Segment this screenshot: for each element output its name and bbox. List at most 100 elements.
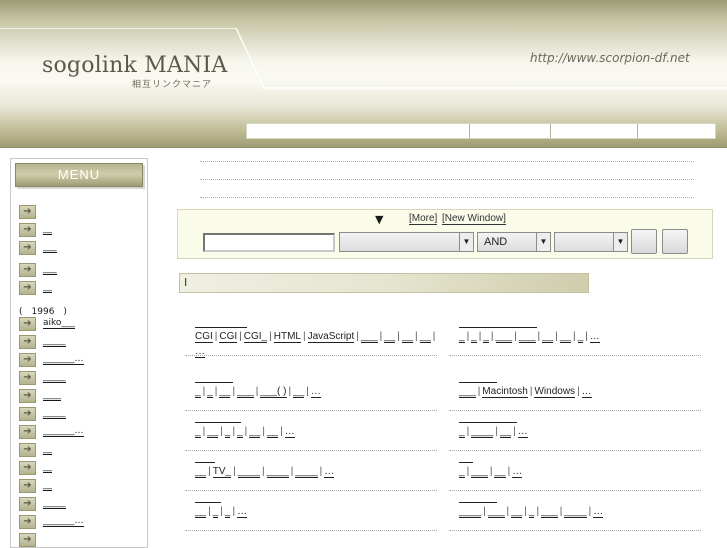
category-title-link[interactable] xyxy=(195,316,247,328)
category-link[interactable]: … xyxy=(310,386,321,398)
category-links: __ | TV_ | ____ | ____ | ____ |… xyxy=(195,464,441,479)
link-separator: | xyxy=(432,331,436,342)
menu-item[interactable]: ➔ _____ xyxy=(19,497,143,511)
menu-item[interactable]: ➔ __ xyxy=(19,223,143,237)
category-link[interactable]: ___ xyxy=(471,466,488,478)
category-link[interactable]: … xyxy=(195,346,205,358)
category-link[interactable]: __ xyxy=(219,386,231,398)
category-link[interactable]: _ xyxy=(207,386,213,398)
category-title-link[interactable] xyxy=(459,451,473,463)
category-link[interactable]: ____ xyxy=(266,466,289,478)
category-link[interactable]: … xyxy=(589,331,600,343)
category-link[interactable]: … xyxy=(237,506,248,518)
mode-select[interactable]: AND ▼ xyxy=(477,232,551,252)
header-nav-slot[interactable] xyxy=(470,124,551,138)
category-link[interactable]: __ xyxy=(249,426,261,438)
scope-select[interactable]: ▼ xyxy=(554,232,628,252)
search-input[interactable] xyxy=(203,233,335,252)
category-link[interactable]: ___ xyxy=(518,331,536,343)
menu-item[interactable]: ➔ _____ xyxy=(19,371,143,385)
category-link[interactable]: ___( ) xyxy=(260,386,287,398)
category-link[interactable]: Windows xyxy=(534,386,576,398)
category-link[interactable]: ___ xyxy=(360,331,378,343)
search-button[interactable] xyxy=(631,229,657,254)
menu-item[interactable]: ➔ __ xyxy=(19,443,143,457)
category-link[interactable]: __ xyxy=(207,426,219,438)
category-link[interactable]: CGI xyxy=(219,331,238,343)
menu-item[interactable]: ➔ ____ xyxy=(19,389,143,403)
category-link[interactable]: … xyxy=(284,426,295,438)
category-link[interactable]: __ xyxy=(401,331,414,343)
category-link[interactable]: __ xyxy=(511,506,523,518)
category-link[interactable]: __ xyxy=(195,466,207,478)
category-link[interactable]: CGI_ xyxy=(243,331,268,343)
header-nav-slot[interactable] xyxy=(638,124,715,138)
new-window-link[interactable]: [New Window] xyxy=(442,214,506,225)
category-select[interactable]: ▼ xyxy=(339,232,474,252)
category-link[interactable]: ___ xyxy=(459,386,476,398)
category-link[interactable]: … xyxy=(517,426,528,438)
category-link[interactable]: ___ xyxy=(237,386,254,398)
category-link[interactable]: __ xyxy=(500,426,512,438)
category-link[interactable]: __ xyxy=(384,331,396,343)
category-link[interactable]: … xyxy=(593,506,604,518)
category-link[interactable]: __ xyxy=(195,506,207,518)
category-link[interactable]: __ xyxy=(559,331,571,343)
category-link[interactable]: _ xyxy=(459,466,465,478)
menu-item[interactable]: ➔ aiko___ xyxy=(19,317,143,331)
triangle-down-icon[interactable]: ▼ xyxy=(375,213,383,226)
category-title-link[interactable] xyxy=(459,411,517,423)
menu-item[interactable]: ➔ _____ xyxy=(19,407,143,421)
header-nav-slot[interactable] xyxy=(247,124,471,138)
site-logo-title[interactable]: sogolink MANIA xyxy=(42,53,227,78)
menu-item[interactable]: ➔ _______… xyxy=(19,425,143,439)
category-link[interactable]: _ xyxy=(195,386,201,398)
category-link[interactable]: _ xyxy=(459,426,465,438)
category-link[interactable]: ____ xyxy=(459,506,482,518)
category-link[interactable]: ____ xyxy=(237,466,260,478)
menu-item[interactable]: ➔ xyxy=(19,205,143,219)
menu-item[interactable]: ➔ ___ xyxy=(19,263,143,277)
menu-item[interactable]: ➔ _______… xyxy=(19,353,143,367)
category-title-link[interactable] xyxy=(459,491,497,503)
category-link[interactable]: _ xyxy=(237,426,243,438)
category-link[interactable]: TV_ xyxy=(212,466,232,478)
category-link[interactable]: __ xyxy=(494,466,506,478)
category-link[interactable]: Macintosh xyxy=(482,386,528,398)
category-link[interactable]: __ xyxy=(419,331,431,343)
menu-item[interactable]: ➔ __ xyxy=(19,479,143,493)
category-link[interactable]: … xyxy=(512,466,523,478)
category-link[interactable]: ____ xyxy=(564,506,587,518)
category-title-link[interactable] xyxy=(459,316,537,328)
menu-item[interactable]: ➔ __ xyxy=(19,281,143,295)
reset-button[interactable] xyxy=(662,229,688,254)
category-link[interactable]: _ xyxy=(195,426,201,438)
category-link[interactable]: ____ xyxy=(471,426,494,438)
category-link[interactable]: … xyxy=(324,466,335,478)
header-nav-slot[interactable] xyxy=(551,124,639,138)
category-link[interactable]: ____ xyxy=(295,466,318,478)
category-link[interactable]: _ xyxy=(471,331,477,343)
category-title-link[interactable] xyxy=(459,371,497,383)
category-link[interactable]: JavaScript xyxy=(307,331,355,343)
category-link[interactable]: __ xyxy=(266,426,279,438)
category-link[interactable]: __ xyxy=(293,386,305,398)
category-link[interactable]: HTML xyxy=(273,331,301,343)
category-link[interactable]: _ xyxy=(459,331,465,343)
category-title-link[interactable] xyxy=(195,491,221,503)
more-link[interactable]: [More] xyxy=(409,214,438,225)
category-title-link[interactable] xyxy=(195,411,241,423)
menu-item[interactable]: ➔ ___ xyxy=(19,241,143,255)
category-title-link[interactable] xyxy=(195,371,233,383)
category-link[interactable]: __ xyxy=(542,331,554,343)
category-link[interactable]: ___ xyxy=(487,506,505,518)
category-title-link[interactable] xyxy=(195,451,215,463)
menu-item[interactable]: ➔ _______… xyxy=(19,515,143,529)
category-link[interactable]: ___ xyxy=(495,331,513,343)
category-link[interactable]: … xyxy=(581,386,592,398)
category-link[interactable]: CGI xyxy=(195,331,213,343)
category-links: _ | _ | _ | ___ | ___ | __ | __ | _ |… xyxy=(459,329,705,344)
category-link[interactable]: ___ xyxy=(541,506,558,518)
menu-item[interactable]: ➔ _____ xyxy=(19,335,143,349)
menu-item[interactable]: ➔ __ xyxy=(19,461,143,475)
